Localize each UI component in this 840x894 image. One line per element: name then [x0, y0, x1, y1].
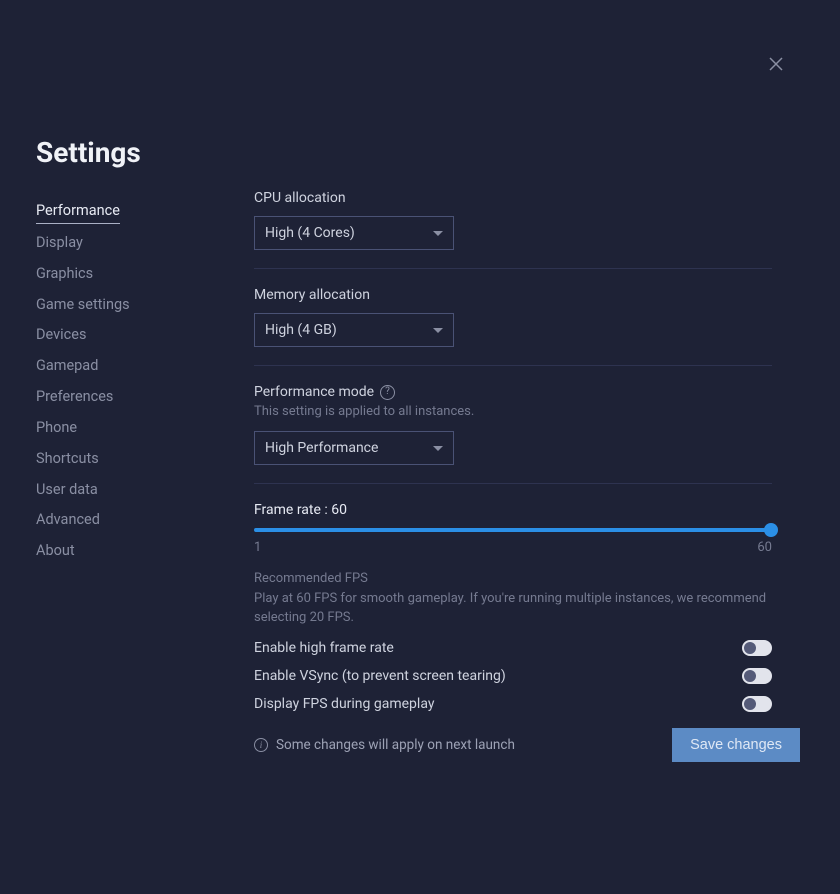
help-icon[interactable]: ? [380, 385, 395, 400]
divider [254, 483, 772, 484]
caret-down-icon [433, 231, 443, 236]
recommended-fps-body: Play at 60 FPS for smooth gameplay. If y… [254, 590, 772, 628]
sidebar-item-graphics[interactable]: Graphics [36, 259, 93, 290]
caret-down-icon [433, 446, 443, 451]
sidebar-item-phone[interactable]: Phone [36, 413, 77, 444]
sidebar-item-performance[interactable]: Performance [36, 196, 120, 224]
sidebar-item-game-settings[interactable]: Game settings [36, 290, 130, 321]
performance-mode-value: High Performance [265, 440, 378, 456]
enable-vsync-toggle[interactable] [742, 668, 772, 684]
cpu-allocation-select[interactable]: High (4 Cores) [254, 216, 454, 250]
sidebar-item-advanced[interactable]: Advanced [36, 505, 100, 536]
recommended-fps-title: Recommended FPS [254, 571, 772, 586]
performance-mode-label: Performance mode ? [254, 384, 772, 400]
page-title: Settings [36, 136, 141, 169]
sidebar-item-shortcuts[interactable]: Shortcuts [36, 444, 99, 475]
cpu-allocation-label: CPU allocation [254, 190, 772, 206]
content-panel: CPU allocation High (4 Cores) Memory all… [254, 190, 772, 712]
sidebar-item-devices[interactable]: Devices [36, 320, 86, 351]
memory-allocation-value: High (4 GB) [265, 322, 337, 338]
frame-rate-max: 60 [757, 540, 772, 555]
info-icon: i [254, 738, 268, 752]
frame-rate-slider[interactable] [254, 528, 772, 532]
close-icon [767, 55, 785, 73]
sidebar-item-preferences[interactable]: Preferences [36, 382, 113, 413]
enable-high-frame-rate-label: Enable high frame rate [254, 640, 394, 656]
divider [254, 268, 772, 269]
cpu-allocation-value: High (4 Cores) [265, 225, 355, 241]
sidebar-item-display[interactable]: Display [36, 228, 83, 259]
memory-allocation-select[interactable]: High (4 GB) [254, 313, 454, 347]
close-button[interactable] [767, 55, 785, 73]
save-changes-button[interactable]: Save changes [672, 728, 800, 762]
memory-allocation-label: Memory allocation [254, 287, 772, 303]
display-fps-toggle[interactable] [742, 696, 772, 712]
footer: i Some changes will apply on next launch… [254, 728, 800, 762]
footer-note: i Some changes will apply on next launch [254, 737, 515, 753]
sidebar: Performance Display Graphics Game settin… [36, 196, 206, 567]
enable-high-frame-rate-toggle[interactable] [742, 640, 772, 656]
divider [254, 365, 772, 366]
performance-mode-select[interactable]: High Performance [254, 431, 454, 465]
sidebar-item-about[interactable]: About [36, 536, 75, 567]
performance-mode-note: This setting is applied to all instances… [254, 404, 772, 419]
slider-thumb[interactable] [764, 523, 778, 537]
sidebar-item-user-data[interactable]: User data [36, 475, 98, 506]
sidebar-item-gamepad[interactable]: Gamepad [36, 351, 98, 382]
caret-down-icon [433, 328, 443, 333]
enable-vsync-label: Enable VSync (to prevent screen tearing) [254, 668, 506, 684]
frame-rate-label: Frame rate : 60 [254, 502, 772, 518]
display-fps-label: Display FPS during gameplay [254, 696, 434, 712]
frame-rate-min: 1 [254, 540, 261, 555]
